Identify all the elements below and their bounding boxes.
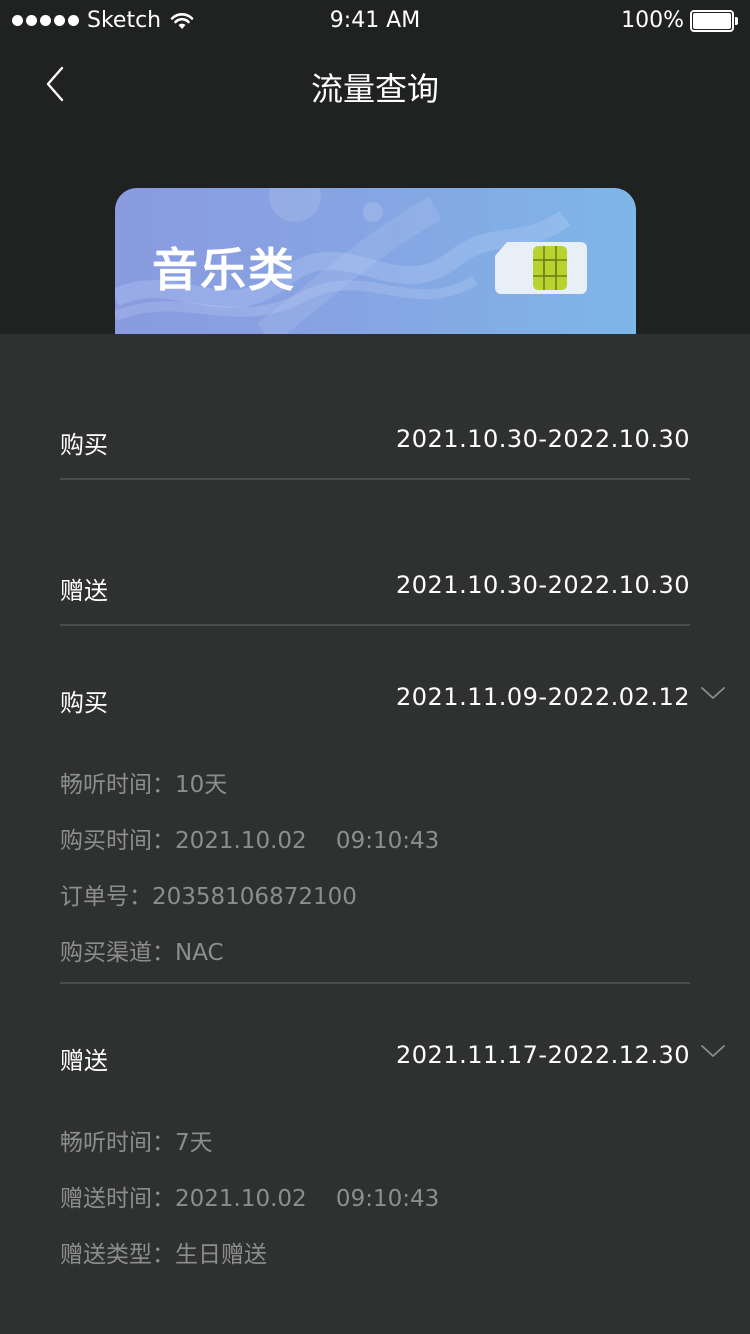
nav-bar: 流量查询 — [0, 40, 750, 130]
status-right: 100% — [621, 8, 738, 33]
record-type: 赠送 — [60, 577, 108, 605]
chevron-down-icon[interactable] — [700, 1043, 726, 1059]
sim-card-icon — [495, 242, 587, 294]
package-card: 音乐类 — [115, 188, 636, 334]
record-type: 购买 — [60, 431, 108, 459]
detail-purchase-channel: 购买渠道：NAC — [60, 940, 224, 966]
chevron-down-icon[interactable] — [700, 685, 726, 701]
record-row[interactable]: 赠送 2021.10.30-2022.10.30 — [60, 571, 690, 611]
detail-order-number: 订单号：20358106872100 — [60, 884, 357, 910]
record-row-expanded[interactable]: 赠送 2021.11.17-2022.12.30 — [60, 1041, 725, 1081]
record-date-range: 2021.11.17-2022.12.30 — [396, 1041, 690, 1069]
detail-gift-type: 赠送类型：生日赠送 — [60, 1242, 267, 1268]
record-date-range: 2021.10.30-2022.10.30 — [396, 571, 690, 599]
divider — [60, 478, 690, 480]
header-area: Sketch 9:41 AM 100% 流量查询 音乐类 — [0, 0, 750, 334]
record-type: 赠送 — [60, 1047, 108, 1075]
card-title: 音乐类 — [152, 243, 296, 297]
detail-listen-duration: 畅听时间：7天 — [60, 1130, 213, 1156]
record-date-range: 2021.11.09-2022.02.12 — [396, 683, 690, 711]
detail-gift-time: 赠送时间：2021.10.02 09:10:43 — [60, 1186, 440, 1212]
page-title: 流量查询 — [310, 70, 439, 108]
status-bar: Sketch 9:41 AM 100% — [0, 0, 750, 40]
battery-icon — [690, 9, 738, 32]
battery-percent: 100% — [621, 8, 684, 33]
detail-listen-duration: 畅听时间：10天 — [60, 772, 228, 798]
record-row[interactable]: 购买 2021.10.30-2022.10.30 — [60, 425, 690, 465]
record-type: 购买 — [60, 689, 108, 717]
detail-purchase-time: 购买时间：2021.10.02 09:10:43 — [60, 828, 440, 854]
record-row-expanded[interactable]: 购买 2021.11.09-2022.02.12 — [60, 683, 725, 723]
record-date-range: 2021.10.30-2022.10.30 — [396, 425, 690, 453]
divider — [60, 624, 690, 626]
divider — [60, 982, 690, 984]
